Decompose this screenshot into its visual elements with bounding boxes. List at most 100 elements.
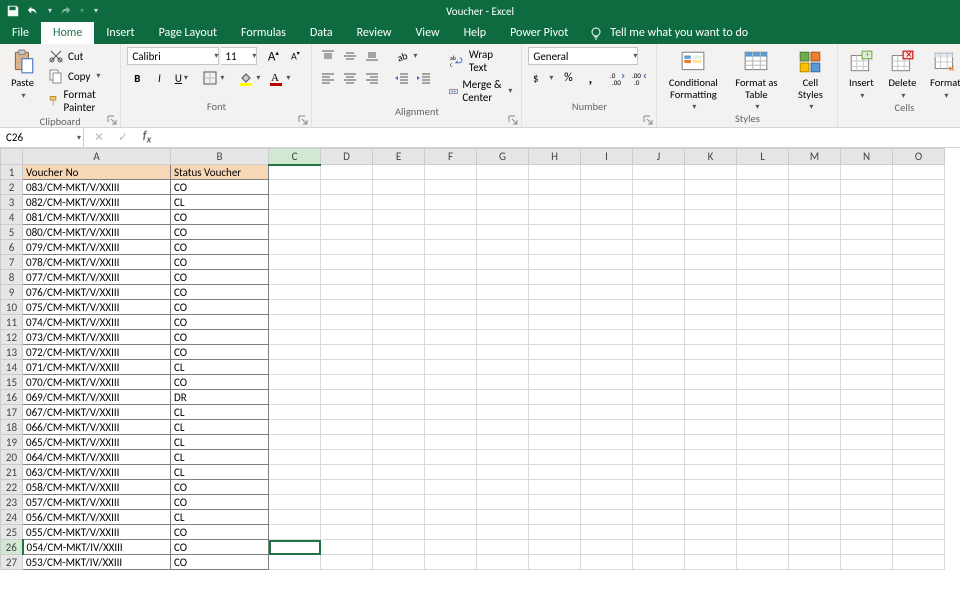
alignment-launcher-icon[interactable] [508,115,518,125]
column-header[interactable]: J [633,149,685,165]
cell[interactable] [477,360,529,375]
cell[interactable] [321,480,373,495]
cell[interactable] [737,285,789,300]
name-box[interactable]: C26 ▾ [0,128,84,147]
cell[interactable] [789,360,841,375]
cell[interactable] [529,195,581,210]
cell[interactable]: 067/CM-MKT/V/XXIII [23,405,171,420]
cell[interactable] [477,345,529,360]
paste-button[interactable]: Paste ▾ [6,47,39,101]
cell[interactable]: 083/CM-MKT/V/XXIII [23,180,171,195]
cell[interactable] [477,450,529,465]
cell[interactable] [477,195,529,210]
cell[interactable] [737,465,789,480]
cell[interactable] [581,540,633,555]
column-header[interactable]: L [737,149,789,165]
cell[interactable] [373,540,425,555]
cell[interactable] [373,195,425,210]
cell[interactable] [477,165,529,180]
cell[interactable]: CO [171,540,269,555]
paste-drop-icon[interactable]: ▾ [22,91,26,101]
cell[interactable] [477,255,529,270]
cell[interactable] [425,420,477,435]
cell[interactable] [373,165,425,180]
cell[interactable] [425,165,477,180]
cell[interactable] [581,480,633,495]
cell[interactable] [633,510,685,525]
cell[interactable] [685,180,737,195]
cell[interactable] [893,360,945,375]
cell[interactable] [633,240,685,255]
cell[interactable] [789,375,841,390]
cell[interactable] [373,390,425,405]
cell[interactable] [373,480,425,495]
cell[interactable] [633,285,685,300]
cell[interactable] [529,510,581,525]
cell[interactable] [477,420,529,435]
cell[interactable] [737,210,789,225]
cell[interactable]: 064/CM-MKT/V/XXIII [23,450,171,465]
cell[interactable] [477,465,529,480]
orientation-button[interactable]: ab▾ [392,47,420,65]
cell[interactable] [633,495,685,510]
cell[interactable] [737,330,789,345]
select-all-corner[interactable] [1,149,23,165]
cell[interactable] [841,225,893,240]
row-header[interactable]: 26 [1,540,23,555]
cell[interactable] [789,480,841,495]
cell[interactable] [685,525,737,540]
cell[interactable]: CO [171,210,269,225]
cell[interactable]: CL [171,195,269,210]
cell[interactable] [321,165,373,180]
cell[interactable] [373,240,425,255]
cell[interactable] [685,420,737,435]
cell[interactable] [685,345,737,360]
fill-color-button[interactable]: ▾ [235,69,263,87]
cell[interactable] [425,510,477,525]
row-header[interactable]: 13 [1,345,23,360]
cell[interactable] [529,555,581,570]
cell[interactable] [529,375,581,390]
insert-cells-button[interactable]: + Insert▾ [844,47,878,101]
cell[interactable] [685,195,737,210]
cell[interactable] [893,345,945,360]
cell[interactable] [789,180,841,195]
row-header[interactable]: 9 [1,285,23,300]
cell[interactable] [789,195,841,210]
cell[interactable] [321,360,373,375]
cell[interactable] [425,270,477,285]
font-size-combo[interactable]: 11▾ [221,47,257,65]
cell[interactable] [269,510,321,525]
tab-formulas[interactable]: Formulas [229,22,298,44]
column-header[interactable]: E [373,149,425,165]
cell[interactable] [737,540,789,555]
cell[interactable]: 081/CM-MKT/V/XXIII [23,210,171,225]
cell[interactable] [477,375,529,390]
column-header[interactable]: A [23,149,171,165]
cell[interactable] [529,450,581,465]
cell[interactable] [269,210,321,225]
cell[interactable]: 076/CM-MKT/V/XXIII [23,285,171,300]
cell[interactable] [425,405,477,420]
cell[interactable] [737,345,789,360]
cell[interactable] [893,210,945,225]
cell[interactable] [893,450,945,465]
cell[interactable] [633,225,685,240]
cell[interactable] [269,255,321,270]
cell[interactable] [321,510,373,525]
cell[interactable] [477,480,529,495]
cell[interactable] [633,435,685,450]
cell[interactable] [425,330,477,345]
cell[interactable]: 057/CM-MKT/V/XXIII [23,495,171,510]
bold-button[interactable]: B [127,69,147,87]
copy-button[interactable]: Copy▾ [45,67,114,85]
cell[interactable] [789,315,841,330]
cell[interactable] [425,450,477,465]
cell[interactable] [477,270,529,285]
cell[interactable] [321,555,373,570]
font-color-button[interactable]: A▾ [265,69,293,87]
column-header[interactable]: O [893,149,945,165]
cell[interactable] [373,465,425,480]
cell[interactable] [373,210,425,225]
cell[interactable] [893,435,945,450]
